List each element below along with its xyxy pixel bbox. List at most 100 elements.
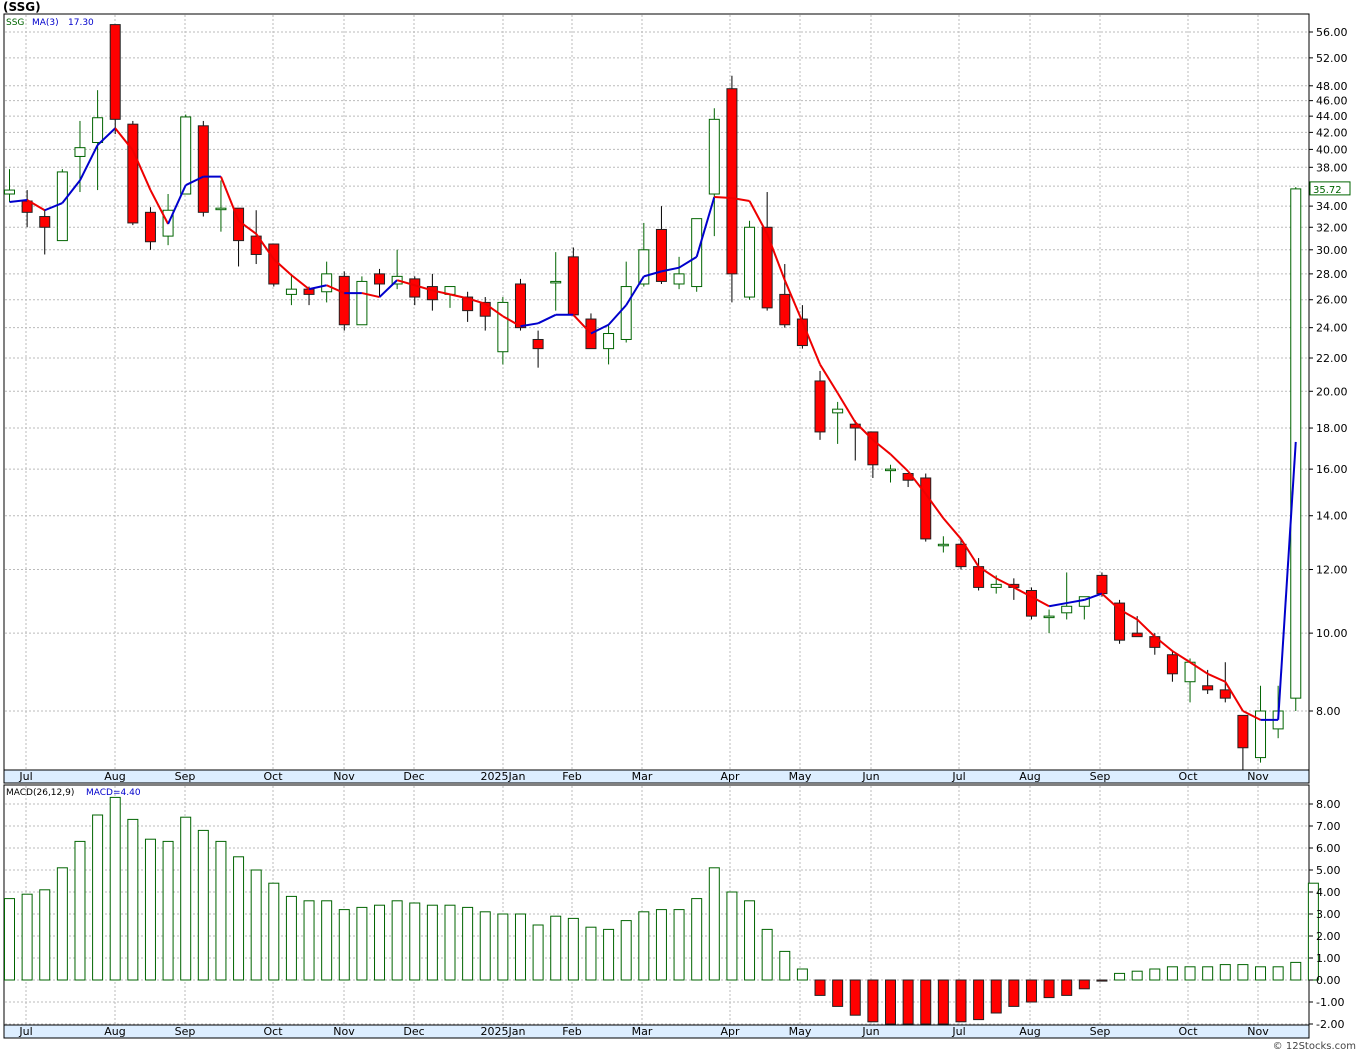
macd-bar (1114, 972, 1126, 981)
candle-body (268, 243, 280, 285)
price-tick-label: 34.00 (1316, 200, 1348, 213)
price-x-tick-label: Jul (18, 770, 32, 783)
candle-body (356, 280, 368, 326)
macd-bar (374, 904, 386, 981)
macd-x-tick-label: Jul (951, 1025, 965, 1038)
macd-bar (620, 920, 632, 981)
macd-x-tick-label: Aug (1019, 1025, 1040, 1038)
macd-bar (144, 838, 156, 981)
candle-body (374, 273, 386, 285)
price-x-tick-label: 2025Jan (481, 770, 526, 783)
price-x-tick-label: Apr (720, 770, 740, 783)
macd-legend-value: MACD=4.40 (86, 788, 141, 798)
macd-bar (268, 882, 280, 981)
macd-bar (1025, 979, 1037, 1003)
price-tick-label: 18.00 (1316, 422, 1348, 435)
price-tick-label: 26.00 (1316, 294, 1348, 307)
macd-bar (1078, 979, 1090, 990)
candle-body (1202, 685, 1214, 691)
candle-body (691, 218, 703, 288)
candle-body (532, 338, 544, 350)
candle-body (303, 288, 315, 295)
macd-bar (1008, 979, 1020, 1007)
macd-x-tick-label: 2025Jan (481, 1025, 526, 1038)
macd-bar (444, 904, 456, 981)
macd-bar (215, 840, 227, 981)
macd-bar (761, 928, 773, 981)
price-x-tick-label: Mar (632, 770, 653, 783)
price-tick-label: 42.00 (1316, 126, 1348, 139)
macd-bar (1166, 966, 1178, 981)
legend-symbol: SSG (6, 18, 24, 28)
macd-bar (550, 915, 562, 981)
macd-x-tick-label: Jun (861, 1025, 879, 1038)
macd-bar (1131, 970, 1143, 981)
macd-bar (832, 979, 844, 1007)
macd-bar (990, 979, 1002, 1014)
candle-body (761, 226, 773, 309)
macd-tick-label: 5.00 (1316, 864, 1341, 877)
macd-x-tick-label: Oct (1178, 1025, 1198, 1038)
macd-bar (1272, 966, 1284, 981)
legend-ma-label: MA(3) (32, 18, 59, 28)
candle-body (990, 583, 1002, 588)
macd-bar (1237, 964, 1249, 981)
macd-bar (356, 906, 368, 981)
macd-tick-label: 3.00 (1316, 908, 1341, 921)
candle-body (74, 147, 86, 157)
candle-body (409, 278, 421, 298)
candle-body (215, 207, 227, 211)
price-x-tick-label: Aug (104, 770, 125, 783)
price-tick-label: 46.00 (1316, 95, 1348, 108)
macd-bar (779, 950, 791, 981)
macd-tick-label: 1.00 (1316, 952, 1341, 965)
candle-body (1131, 632, 1143, 638)
price-x-tick-label: Nov (333, 770, 355, 783)
macd-bar (708, 867, 720, 981)
macd-x-tick-label: Dec (403, 1025, 424, 1038)
macd-bar (920, 979, 932, 1025)
candle-body (338, 275, 350, 326)
macd-bar (1043, 979, 1055, 999)
macd-bar (1255, 966, 1267, 981)
macd-bar (796, 968, 808, 981)
price-tick-label: 40.00 (1316, 143, 1348, 156)
candle-body (1061, 605, 1073, 614)
macd-tick-label: 4.00 (1316, 886, 1341, 899)
macd-bar (1184, 966, 1196, 981)
candle-body (885, 468, 896, 472)
price-x-tick-label: Oct (263, 770, 283, 783)
candle-body (514, 283, 526, 329)
price-x-tick-label: Dec (403, 770, 424, 783)
macd-bar (4, 898, 15, 981)
ma-segment (714, 196, 732, 199)
last-price-value: 35.72 (1313, 185, 1342, 196)
attribution: © 12Stocks.com (1272, 1041, 1356, 1052)
macd-bar (1290, 961, 1302, 981)
candle-body (1237, 714, 1249, 749)
macd-bar (409, 902, 421, 981)
macd-bar (462, 906, 474, 981)
macd-bar (127, 818, 139, 981)
macd-x-tick-label: Apr (720, 1025, 740, 1038)
candle-body (620, 286, 632, 340)
macd-bar (885, 979, 896, 1025)
candle-body (550, 280, 562, 284)
macd-tick-label: 0.00 (1316, 974, 1341, 987)
price-tick-label: 48.00 (1316, 80, 1348, 93)
macd-bar (109, 796, 121, 981)
price-x-tick-label: Sep (175, 770, 196, 783)
macd-bar (250, 869, 262, 981)
macd-bar (426, 904, 438, 981)
candle-body (708, 118, 720, 195)
candle-body (197, 125, 209, 213)
macd-bar (321, 900, 333, 981)
candle-body (567, 256, 579, 316)
price-tick-label: 16.00 (1316, 463, 1348, 476)
macd-bar (92, 814, 104, 981)
candle-body (497, 301, 509, 353)
macd-bar (74, 840, 86, 981)
candle-body (1166, 654, 1178, 675)
price-tick-label: 8.00 (1316, 705, 1341, 718)
macd-bar (585, 926, 597, 981)
